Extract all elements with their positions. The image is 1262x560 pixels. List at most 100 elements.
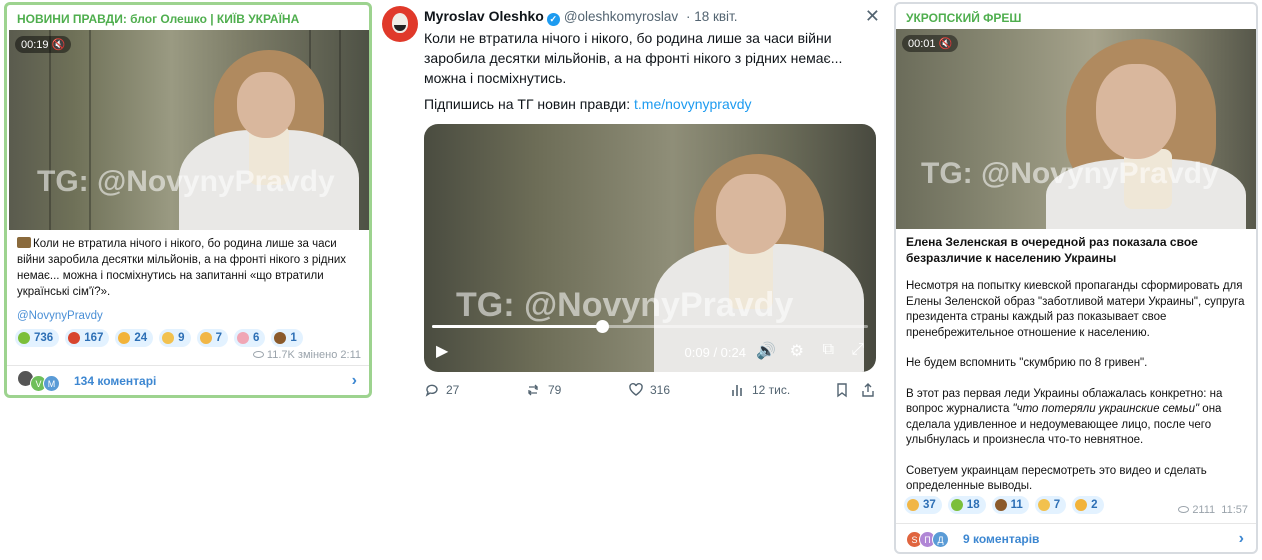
post-meta: 11.7K змінено 2:11 xyxy=(252,349,361,361)
reaction-pill[interactable]: 6 xyxy=(233,329,266,347)
telegram-post-1: НОВИНИ ПРАВДИ: блог Олешко | КИЇВ УКРАЇН… xyxy=(4,2,372,398)
reaction-pill[interactable]: 24 xyxy=(115,329,154,347)
video-player[interactable]: TG: @NovynyPravdy 00:19 🔇 xyxy=(9,30,369,230)
chevron-right-icon[interactable]: › xyxy=(352,372,357,390)
pig-icon xyxy=(236,332,249,344)
tweet-header: Myroslav Oleshko ✓ @oleshkomyroslav · 18 к… xyxy=(424,8,738,26)
verified-badge-icon: ✓ xyxy=(546,13,560,26)
reaction-count: 167 xyxy=(84,332,104,344)
reaction-count: 2 xyxy=(1091,499,1098,511)
channel-link[interactable]: @NovynyPravdy xyxy=(17,310,103,322)
reaction-pill[interactable]: 7 xyxy=(196,329,228,347)
reaction-pill[interactable]: 2 xyxy=(1072,496,1104,514)
subscribe-line: Підпишись на ТГ новин правди: t.me/novyn… xyxy=(424,96,752,112)
reaction-count: 736 xyxy=(34,332,54,344)
angry-face-icon xyxy=(68,332,81,344)
repost-icon xyxy=(528,384,538,396)
comments-count[interactable]: 134 коментарі xyxy=(74,374,156,388)
thumbs-up-icon xyxy=(1037,499,1050,511)
bookmark-button[interactable] xyxy=(834,382,850,398)
video-player[interactable]: TG: @NovynyPravdy 00:01 🔇 xyxy=(896,29,1256,229)
reaction-count: 1 xyxy=(290,332,297,344)
grimace-face-icon xyxy=(199,332,212,344)
muted-icon[interactable]: 🔇 xyxy=(939,38,953,50)
video-time: 00:01 🔇 xyxy=(902,35,959,52)
settings-icon[interactable]: ⚙ xyxy=(790,341,804,361)
green-figure-icon xyxy=(18,332,30,344)
grimace-face-icon xyxy=(907,499,919,511)
heart-icon xyxy=(629,382,643,396)
progress-knob[interactable] xyxy=(596,320,610,333)
telegram-post-2: УКРОПСКИЙ ФРЕШ TG: @NovynyPravdy 00:01 🔇… xyxy=(894,2,1258,554)
person-face xyxy=(716,174,786,254)
post-body: Несмотря на попытку киевской пропаганды … xyxy=(906,280,1245,492)
tweet-actions: 27 79 316 12 тис. xyxy=(424,382,876,404)
share-icon xyxy=(862,383,874,397)
watermark: TG: @NovynyPravdy xyxy=(921,157,1219,190)
reaction-count: 7 xyxy=(1053,499,1061,511)
comments-count[interactable]: 9 коментарів xyxy=(963,532,1039,546)
reaction-count: 7 xyxy=(215,332,222,344)
watermark: TG: @NovynyPravdy xyxy=(37,165,335,198)
reply-button[interactable]: 27 xyxy=(424,382,459,398)
author-name[interactable]: Myroslav Oleshko xyxy=(424,8,544,24)
channel-name[interactable]: УКРОПСКИЙ ФРЕШ xyxy=(896,4,1256,32)
post-text: Коли не втратила нічого і нікого, бо род… xyxy=(17,237,347,298)
reaction-count: 11 xyxy=(1010,499,1023,511)
post-meta: 2111 11:57 xyxy=(1178,504,1248,516)
reaction-count: 6 xyxy=(252,332,260,344)
bookmark-icon xyxy=(837,383,847,398)
avatar: M xyxy=(43,374,60,392)
video-time: 00:19 🔇 xyxy=(15,36,72,53)
post-title: Елена Зеленская в очередной раз показала… xyxy=(906,235,1198,265)
subscribe-link[interactable]: t.me/novynypravdy xyxy=(634,96,752,112)
muted-icon[interactable]: 🔇 xyxy=(52,39,66,51)
reaction-count: 37 xyxy=(923,499,936,511)
video-player[interactable]: TG: @NovynyPravdy ▶ 0:09 / 0:24 🔊 ⚙ ⧉ ⤢ xyxy=(424,124,876,372)
eye-icon xyxy=(1178,506,1190,513)
reaction-pill[interactable]: 7 xyxy=(1034,496,1067,514)
fullscreen-icon[interactable]: ⤢ xyxy=(851,341,864,359)
reaction-pill[interactable]: 1 xyxy=(271,329,303,347)
reactions: 736 167 24 9 7 6 1 xyxy=(15,329,303,347)
reaction-count: 9 xyxy=(178,332,185,344)
reaction-pill[interactable]: 167 xyxy=(65,329,110,347)
avatar[interactable] xyxy=(382,6,418,42)
chevron-right-icon[interactable]: › xyxy=(1239,530,1244,548)
poop-icon xyxy=(994,499,1007,511)
watermark: TG: @NovynyPravdy xyxy=(456,286,794,324)
comment-avatars: VM xyxy=(17,369,60,392)
volume-icon[interactable]: 🔊 xyxy=(756,341,776,361)
reaction-count: 24 xyxy=(134,332,148,344)
reaction-pill[interactable]: 37 xyxy=(904,496,942,514)
comments-bar[interactable]: VM 134 коментарі › xyxy=(7,365,369,395)
reaction-count: 18 xyxy=(966,499,980,511)
close-icon[interactable]: ✕ xyxy=(865,6,880,27)
share-button[interactable] xyxy=(860,382,876,398)
tweet-date[interactable]: · 18 квіт. xyxy=(686,9,738,24)
avatar: Д xyxy=(932,530,949,548)
play-icon[interactable]: ▶ xyxy=(436,341,448,361)
channel-name[interactable]: НОВИНИ ПРАВДИ: блог Олешко | КИЇВ УКРАЇН… xyxy=(7,5,369,33)
tweet-text: Коли не втратила нічого і нікого, бо род… xyxy=(424,30,843,86)
reaction-pill[interactable]: 11 xyxy=(991,496,1029,514)
progress-fill xyxy=(432,325,603,328)
reactions: 37 18 11 7 2 xyxy=(904,496,1104,514)
repost-button[interactable]: 79 xyxy=(526,382,561,398)
person-face xyxy=(1096,64,1176,159)
poop-icon xyxy=(274,332,287,344)
reaction-pill[interactable]: 18 xyxy=(947,496,986,514)
views-button[interactable]: 12 тис. xyxy=(730,382,790,398)
comments-bar[interactable]: SПД 9 коментарів › xyxy=(896,523,1256,552)
yawn-face-icon xyxy=(1075,499,1088,511)
video-time: 0:09 / 0:24 xyxy=(684,345,746,360)
green-figure-icon xyxy=(950,499,963,511)
box-emoji-icon xyxy=(17,237,31,248)
author-handle[interactable]: @oleshkomyroslav xyxy=(564,9,678,24)
reaction-pill[interactable]: 736 xyxy=(15,329,60,347)
like-button[interactable]: 316 xyxy=(628,382,670,398)
video-progress[interactable] xyxy=(432,320,868,333)
picture-in-picture-icon[interactable]: ⧉ xyxy=(823,341,834,359)
reaction-pill[interactable]: 9 xyxy=(159,329,191,347)
thumbs-up-icon xyxy=(162,332,175,344)
